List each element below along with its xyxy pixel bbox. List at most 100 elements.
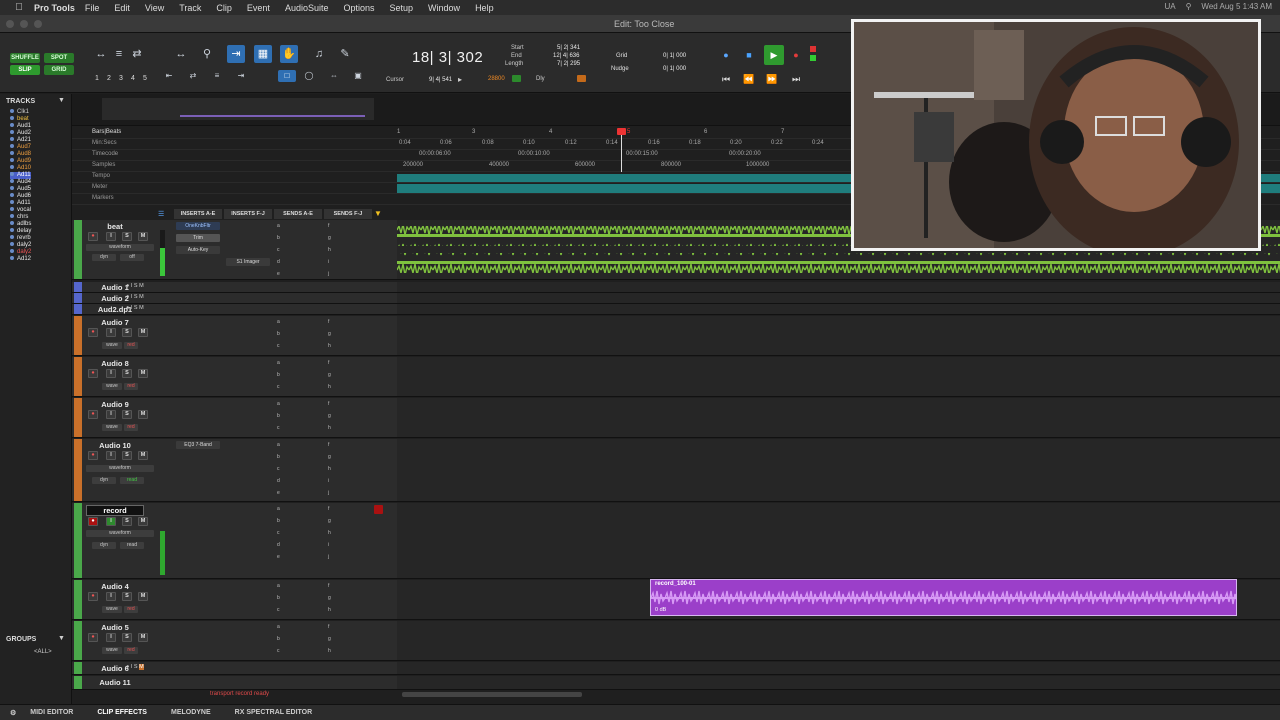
view-selector[interactable]: wave [102, 606, 122, 613]
mirror-midi-icon[interactable]: □ [278, 70, 296, 82]
send-slot-i[interactable]: i [328, 542, 329, 548]
stop-button[interactable]: ■ [741, 47, 757, 63]
track-header[interactable]: Audio 11 [72, 676, 397, 689]
start-value[interactable]: 5| 2| 341 [557, 45, 580, 51]
record-enable-button[interactable]: ● [88, 451, 98, 460]
record-enable-button[interactable]: ● [88, 517, 98, 526]
send-slot-e[interactable]: e [277, 554, 280, 560]
track-name[interactable]: Audio 4 [86, 582, 144, 591]
send-slot-b[interactable]: b [277, 454, 280, 460]
send-slot-h[interactable]: h [328, 247, 331, 253]
send-slot-c[interactable]: c [277, 466, 280, 472]
send-slot-e[interactable]: e [277, 271, 280, 277]
tracklist-item[interactable]: daly2 [10, 242, 31, 249]
send-slot-b[interactable]: b [277, 518, 280, 524]
send-slot-a[interactable]: a [277, 223, 280, 229]
close-icon[interactable] [6, 20, 14, 28]
track-name[interactable]: Audio 10 [86, 441, 144, 450]
screen-icon[interactable]: ▣ [351, 70, 365, 82]
send-slot-g[interactable]: g [328, 235, 331, 241]
tracklist-item[interactable]: Aud7 [10, 144, 31, 151]
dyn-selector[interactable]: dyn [92, 254, 116, 261]
length-value[interactable]: 7| 2| 295 [557, 61, 580, 67]
apple-icon[interactable]:  [12, 2, 26, 13]
mini-track-controls[interactable]: ● I S M [126, 305, 144, 311]
horizontal-scrollbar[interactable] [402, 692, 582, 697]
send-slot-d[interactable]: d [277, 542, 280, 548]
automation-selector[interactable]: red [124, 424, 138, 431]
view-selector[interactable]: wave [102, 647, 122, 654]
send-slot-f[interactable]: f [328, 442, 329, 448]
tracklist-item[interactable]: daly2 [10, 249, 31, 256]
mute-button[interactable]: M [138, 369, 148, 378]
trim-tool-icon[interactable]: ⇥ [227, 45, 245, 63]
send-slot-g[interactable]: g [328, 454, 331, 460]
track-header[interactable]: Audio 8 ● I S M wave red a b c f g h [72, 357, 397, 396]
record-enable-button[interactable]: ● [88, 232, 98, 241]
track-options-icon[interactable]: ▼ [374, 209, 382, 218]
mute-button[interactable]: M [138, 232, 148, 241]
track-playlist[interactable] [397, 282, 1280, 292]
send-slot-c[interactable]: c [277, 530, 280, 536]
end-value[interactable]: 12| 4| 636 [553, 53, 579, 59]
record-enable-button[interactable]: ● [88, 592, 98, 601]
send-slot-h[interactable]: h [328, 607, 331, 613]
automation-selector[interactable]: red [124, 342, 138, 349]
rx-spectral-editor-tab[interactable]: RX SPECTRAL EDITOR [235, 709, 313, 716]
send-slot-j[interactable]: j [328, 554, 329, 560]
track-playlist[interactable] [397, 304, 1280, 314]
tracklist-item[interactable]: Clk1 [10, 109, 29, 116]
melodyne-tab[interactable]: MELODYNE [171, 709, 211, 716]
view-selector[interactable]: wave [102, 383, 122, 390]
input-monitor-button[interactable]: I [106, 369, 116, 378]
scroll-icon[interactable]: ⇔ [327, 70, 341, 82]
send-slot-j[interactable]: j [328, 271, 329, 277]
grabber-tool-icon[interactable]: ✋ [280, 45, 298, 63]
rewind-button[interactable]: ⏪ [741, 71, 757, 87]
send-slot-c[interactable]: c [277, 648, 280, 654]
selector-tool-icon[interactable]: ▦ [254, 45, 272, 63]
track-header[interactable]: Audio 2 ● I S M [72, 293, 397, 303]
spot-mode-button[interactable]: SPOT [44, 53, 74, 63]
track-name[interactable]: record [86, 505, 144, 516]
track-header[interactable]: Audio 7 ● I S M wave red a b c f g h [72, 316, 397, 355]
solo-button[interactable]: S [122, 592, 132, 601]
zoomer-tool-icon[interactable]: ↔ [172, 45, 190, 63]
menu-help[interactable]: Help [475, 3, 494, 13]
track-playlist[interactable] [397, 503, 1280, 578]
track-name[interactable]: Audio 9 [86, 400, 144, 409]
view-selector[interactable]: waveform [86, 244, 154, 251]
pencil-tool-icon[interactable]: ✎ [336, 45, 354, 63]
view-selector-icon[interactable]: ☰ [158, 210, 164, 218]
track-name[interactable]: Audio 7 [86, 318, 144, 327]
send-slot-g[interactable]: g [328, 595, 331, 601]
tracklist-item[interactable]: Ad21 [10, 137, 31, 144]
insert-slot-b[interactable]: Trim [176, 234, 220, 242]
menu-file[interactable]: File [85, 3, 100, 13]
solo-button[interactable]: S [122, 328, 132, 337]
midi-editor-tab[interactable]: MIDI EDITOR [30, 709, 73, 716]
grid-mode-button[interactable]: GRID [44, 65, 74, 75]
clip-gain[interactable]: 0 dB [655, 607, 666, 613]
send-slot-i[interactable]: i [328, 478, 329, 484]
send-slot-h[interactable]: h [328, 648, 331, 654]
solo-button[interactable]: S [122, 369, 132, 378]
app-menu[interactable]: Pro Tools [34, 3, 75, 13]
input-source[interactable]: UA [1164, 2, 1175, 11]
send-slot-a[interactable]: a [277, 624, 280, 630]
track-header[interactable]: Audio 9 ● I S M wave red a b c f g h [72, 398, 397, 437]
record-enable-button[interactable]: ● [88, 410, 98, 419]
zoom-preset-2[interactable]: 2 [107, 75, 111, 82]
link-timeline-icon[interactable]: ⇄ [186, 70, 200, 82]
mute-button[interactable]: M [138, 410, 148, 419]
track-header[interactable]: beat ● I S M waveform dyn off OneKnbFltr… [72, 220, 397, 279]
tracks-menu-icon[interactable]: ▼ [58, 97, 65, 104]
playhead-line[interactable] [621, 132, 622, 172]
send-slot-c[interactable]: c [277, 425, 280, 431]
track-header[interactable]: record ● I S M waveform dyn read a b c d… [72, 503, 397, 578]
track-header[interactable]: Audio 4 ● I S M wave red a b c f g h [72, 580, 397, 619]
input-monitor-button[interactable]: I [106, 232, 116, 241]
input-monitor-button[interactable]: I [106, 451, 116, 460]
track-header[interactable]: Aud2.dp1 ● I S M [72, 304, 397, 314]
view-selector[interactable]: waveform [86, 465, 154, 472]
